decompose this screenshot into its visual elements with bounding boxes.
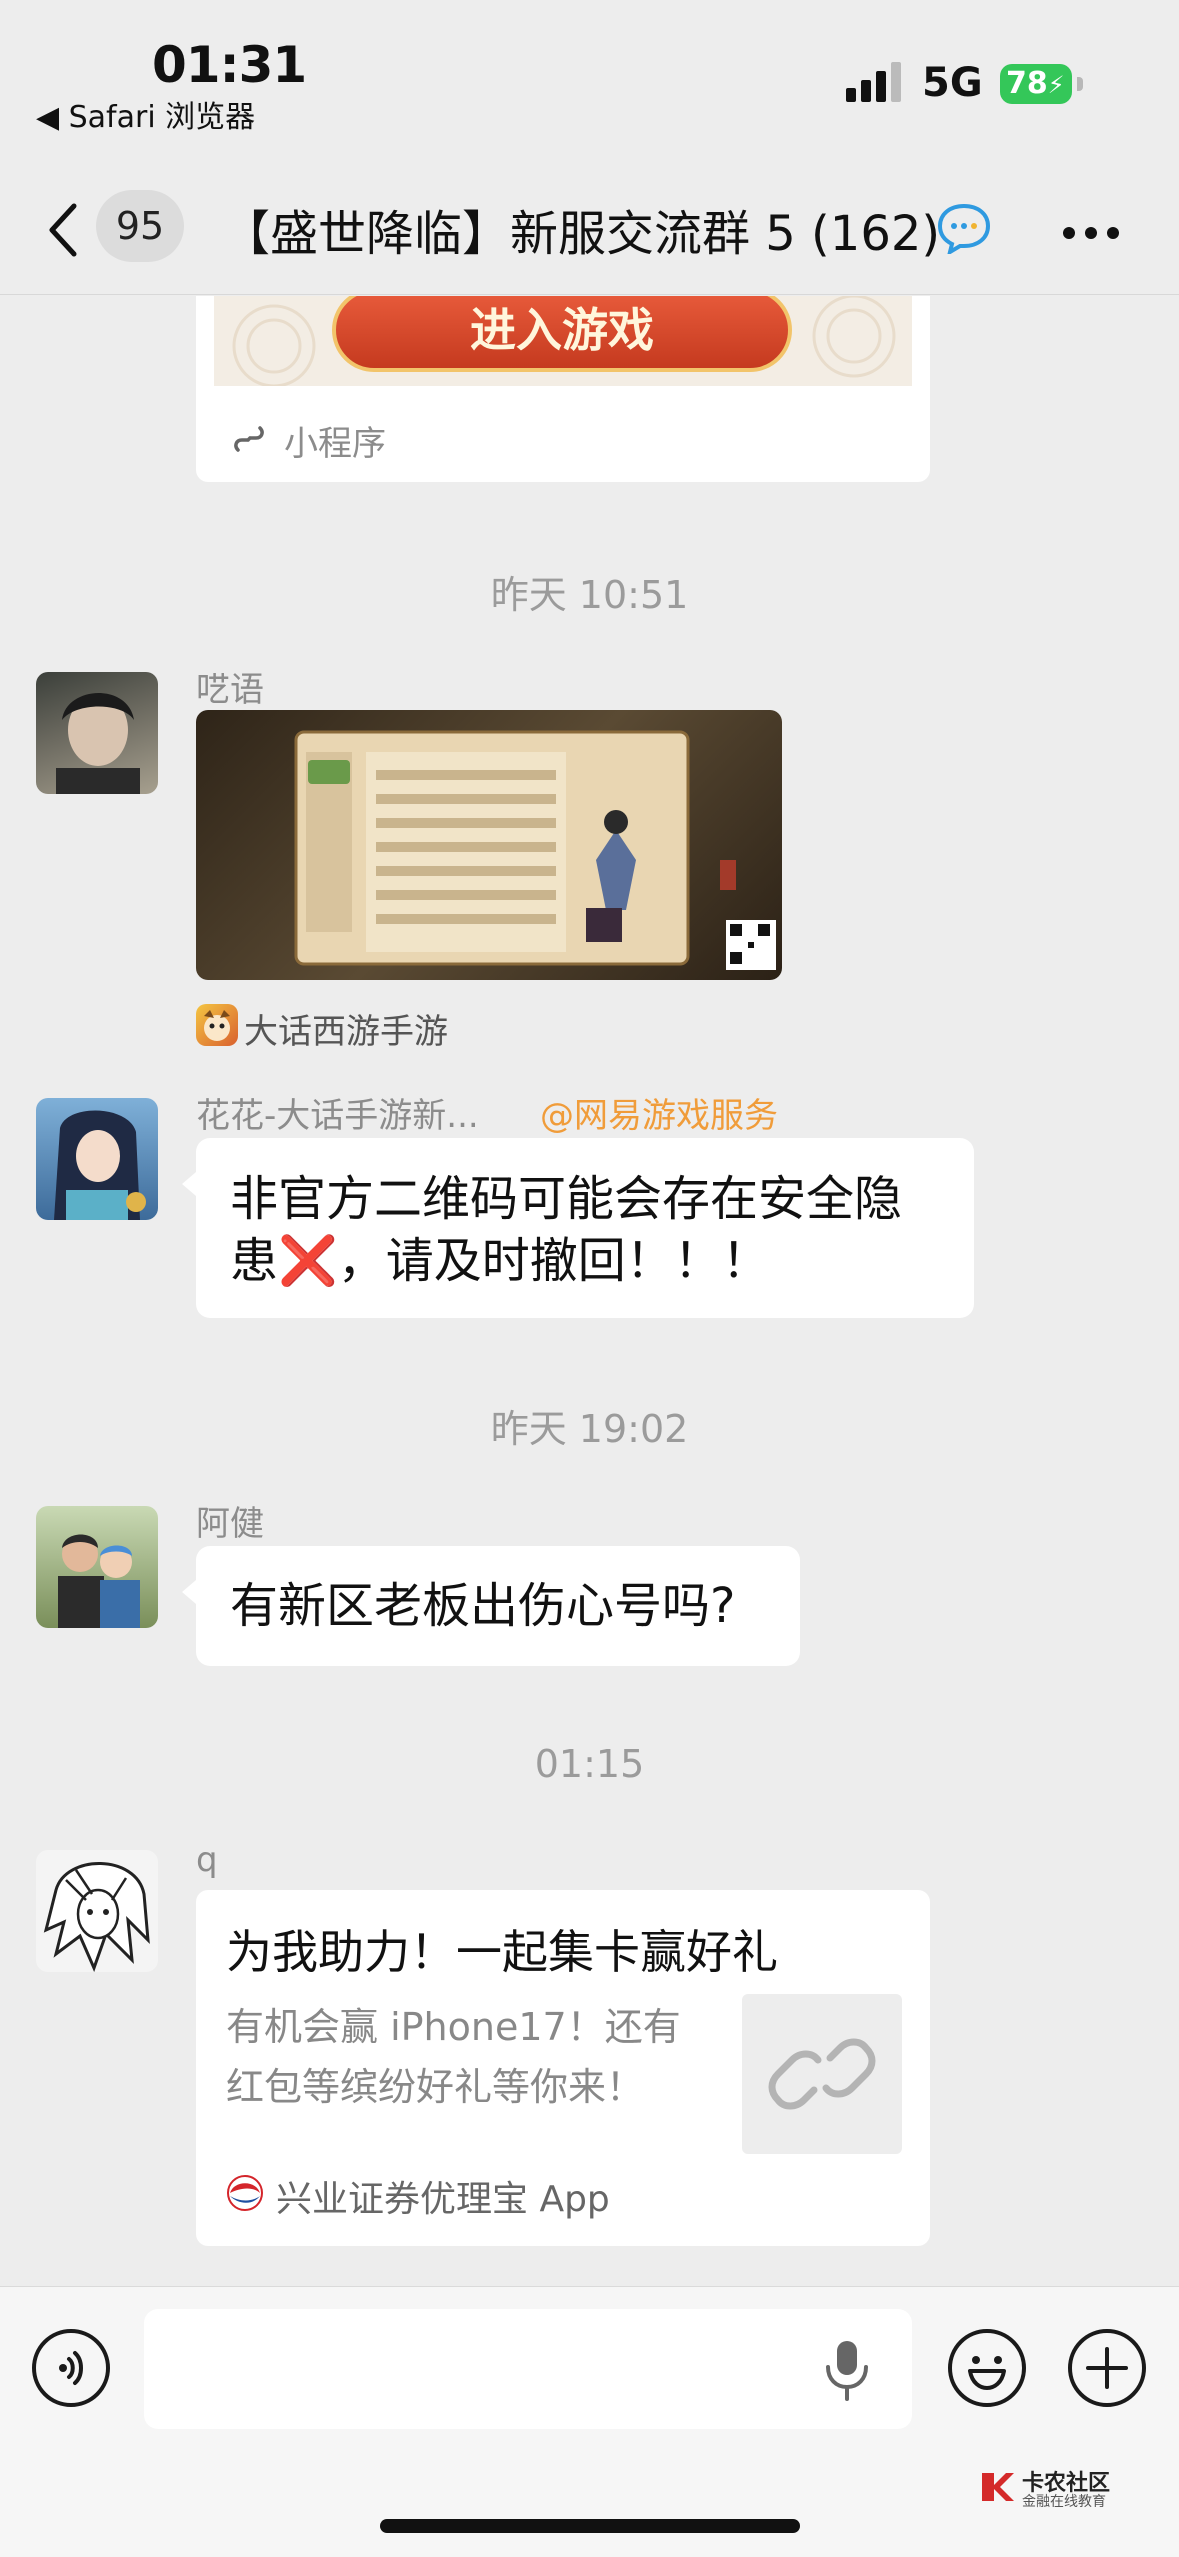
voice-icon bbox=[59, 2351, 83, 2385]
chat-title: 【盛世降临】新服交流群 5 (162) bbox=[222, 206, 941, 262]
chat-message-list[interactable]: 进入游戏 小程序 昨天 10:51 呓语 大话西游手游 花花-大话手游新... … bbox=[0, 296, 1179, 2286]
message-text: 有新区老板出伤心号吗? bbox=[230, 1578, 736, 1634]
message-input[interactable] bbox=[144, 2309, 912, 2429]
signal-icon bbox=[846, 62, 901, 102]
cross-mark-icon: ❌ bbox=[278, 1233, 338, 1289]
link-card-source: 兴业证券优理宝 App bbox=[276, 2179, 610, 2220]
link-thumbnail bbox=[742, 1994, 902, 2154]
sender-name: 阿健 bbox=[196, 1504, 264, 1544]
microphone-icon[interactable] bbox=[822, 2339, 872, 2401]
avatar[interactable] bbox=[36, 672, 158, 794]
link-icon bbox=[768, 2038, 876, 2110]
battery-level: 78 bbox=[1006, 66, 1048, 101]
home-indicator bbox=[380, 2519, 800, 2533]
timestamp: 昨天 10:51 bbox=[490, 573, 689, 617]
mini-program-icon bbox=[234, 426, 264, 452]
avatar-photo bbox=[56, 692, 140, 794]
avatar-photo bbox=[58, 1534, 140, 1628]
add-more-button[interactable] bbox=[1068, 2329, 1146, 2407]
smiley-icon bbox=[968, 2356, 1006, 2390]
back-chevron-icon[interactable] bbox=[40, 200, 90, 260]
more-icon[interactable] bbox=[1062, 226, 1120, 240]
enter-game-button[interactable]: 进入游戏 bbox=[332, 296, 792, 372]
avatar[interactable] bbox=[36, 1506, 158, 1628]
game-ui-graphic bbox=[294, 730, 776, 970]
battery-cap bbox=[1077, 77, 1083, 91]
link-card-description-line: 有机会赢 iPhone17！还有 bbox=[226, 2005, 681, 2049]
status-bar: 01:31 ◀ Safari 浏览器 5G 78⚡ bbox=[0, 0, 1179, 160]
network-type: 5G bbox=[922, 60, 983, 106]
message-bubble[interactable]: 有新区老板出伤心号吗? bbox=[182, 1546, 800, 1666]
avatar[interactable] bbox=[36, 1098, 158, 1220]
game-screenshot-image[interactable] bbox=[196, 710, 782, 980]
industrial-securities-logo-icon bbox=[227, 2175, 263, 2211]
enter-game-label: 进入游戏 bbox=[470, 303, 654, 357]
plus-icon bbox=[1086, 2347, 1128, 2389]
game-source-label[interactable]: 大话西游手游 bbox=[244, 1004, 448, 1053]
back-to-app-link[interactable]: ◀ Safari 浏览器 bbox=[36, 92, 255, 136]
sender-name: 呓语 bbox=[196, 670, 264, 710]
message-bubble[interactable]: 非官方二维码可能会存在安全隐 患❌，请及时撤回！！！ bbox=[182, 1138, 974, 1318]
timestamp: 昨天 19:02 bbox=[490, 1407, 689, 1451]
link-card[interactable]: 为我助力！一起集卡赢好礼 有机会赢 iPhone17！还有 红包等缤纷好礼等你来… bbox=[196, 1890, 930, 2246]
timestamp: 01:15 bbox=[534, 1742, 645, 1786]
sender-name: q bbox=[196, 1840, 218, 1880]
game-icon bbox=[196, 1004, 238, 1046]
message-text-line: 非官方二维码可能会存在安全隐 bbox=[230, 1171, 903, 1227]
clock: 01:31 bbox=[152, 36, 307, 94]
sender-name: 花花-大话手游新... bbox=[196, 1096, 479, 1136]
mini-program-label: 小程序 bbox=[284, 424, 386, 464]
input-bar: 卡农社区 金融在线教育 bbox=[0, 2286, 1179, 2557]
voice-input-button[interactable] bbox=[32, 2329, 110, 2407]
avatar-photo bbox=[43, 1862, 150, 1972]
chat-header: 95 【盛世降临】新服交流群 5 (162) bbox=[0, 170, 1179, 295]
mini-program-card[interactable]: 进入游戏 小程序 bbox=[196, 296, 930, 482]
message-text-part: 患 bbox=[230, 1233, 279, 1289]
message-text-part: ，请及时撤回！！！ bbox=[337, 1233, 770, 1289]
link-card-title: 为我助力！一起集卡赢好礼 bbox=[226, 1925, 778, 1979]
mini-program-banner: 进入游戏 bbox=[214, 296, 912, 386]
chat-bubble-icon[interactable] bbox=[936, 202, 992, 254]
link-card-description-line: 红包等缤纷好礼等你来！ bbox=[226, 2065, 645, 2109]
message-text-line: 患❌，请及时撤回！！！ bbox=[230, 1230, 770, 1292]
unread-count-badge[interactable]: 95 bbox=[96, 190, 184, 262]
avatar-photo bbox=[54, 1110, 146, 1220]
watermark-slogan: 金融在线教育 bbox=[1022, 2494, 1106, 2510]
avatar[interactable] bbox=[36, 1850, 158, 1972]
battery-icon: 78⚡ bbox=[1000, 64, 1072, 104]
watermark-logo-icon bbox=[982, 2473, 1014, 2501]
emoji-button[interactable] bbox=[948, 2329, 1026, 2407]
mention-tag[interactable]: @网易游戏服务 bbox=[540, 1088, 778, 1137]
